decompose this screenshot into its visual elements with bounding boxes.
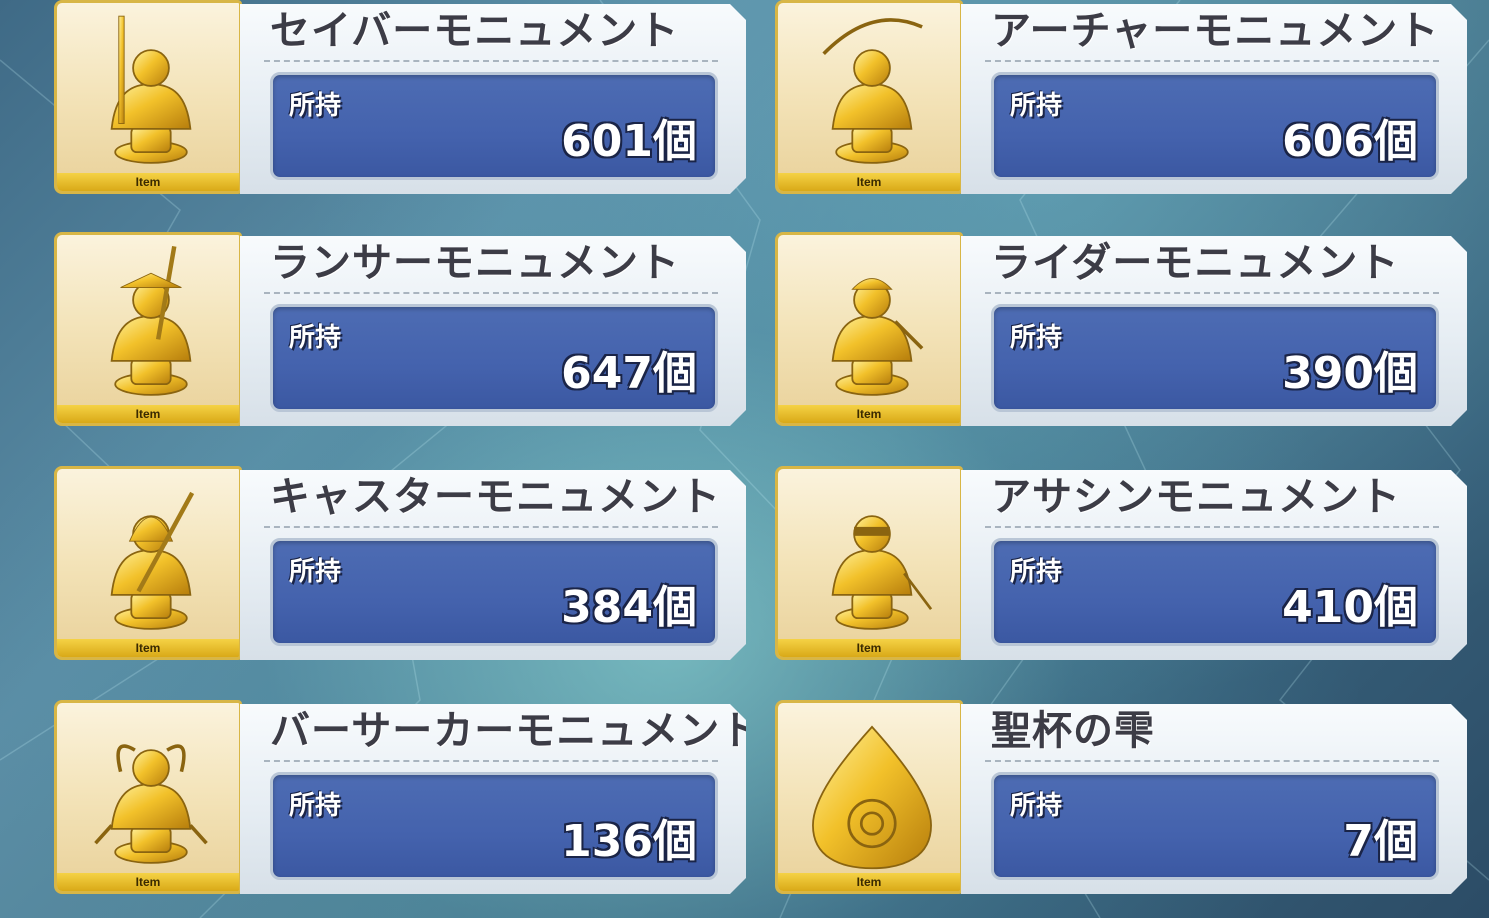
item-card[interactable]: Item ライダーモニュメント 所持 390個: [775, 232, 1467, 428]
item-info-panel: キャスターモニュメント 所持 384個: [240, 470, 746, 660]
item-tag: Item: [57, 405, 239, 423]
divider: [264, 760, 718, 762]
item-card[interactable]: Item 聖杯の雫 所持 7個: [775, 700, 1467, 896]
owned-box: 所持 601個: [270, 72, 718, 180]
owned-box: 所持 606個: [991, 72, 1439, 180]
owned-box: 所持 390個: [991, 304, 1439, 412]
item-card[interactable]: Item ランサーモニュメント 所持 647個: [54, 232, 746, 428]
item-info-panel: セイバーモニュメント 所持 601個: [240, 4, 746, 194]
owned-label: 所持: [1010, 557, 1063, 587]
item-name: 聖杯の雫: [991, 708, 1155, 754]
divider: [264, 292, 718, 294]
archer-statue-icon: Item: [775, 0, 963, 194]
owned-label: 所持: [289, 791, 342, 821]
owned-count: 601個: [561, 116, 697, 167]
owned-count: 136個: [561, 816, 697, 867]
item-info-panel: ライダーモニュメント 所持 390個: [961, 236, 1467, 426]
item-name: ランサーモニュメント: [270, 240, 680, 286]
item-tag: Item: [57, 873, 239, 891]
item-info-panel: アサシンモニュメント 所持 410個: [961, 470, 1467, 660]
item-tag: Item: [778, 639, 960, 657]
owned-count: 7個: [1343, 816, 1418, 867]
owned-count: 647個: [561, 348, 697, 399]
item-name: セイバーモニュメント: [270, 8, 680, 54]
owned-label: 所持: [289, 91, 342, 121]
divider: [985, 292, 1439, 294]
item-card[interactable]: Item セイバーモニュメント 所持 601個: [54, 0, 746, 196]
divider: [985, 60, 1439, 62]
divider: [985, 760, 1439, 762]
divider: [264, 60, 718, 62]
item-info-panel: バーサーカーモニュメント 所持 136個: [240, 704, 746, 894]
item-name: アサシンモニュメント: [991, 474, 1401, 520]
item-name: ライダーモニュメント: [991, 240, 1400, 286]
grail-drop-icon: Item: [775, 700, 963, 894]
divider: [264, 526, 718, 528]
owned-count: 384個: [561, 582, 697, 633]
owned-box: 所持 384個: [270, 538, 718, 646]
item-card[interactable]: Item バーサーカーモニュメント 所持 136個: [54, 700, 746, 896]
owned-label: 所持: [1010, 791, 1063, 821]
owned-label: 所持: [1010, 91, 1063, 121]
item-name: キャスターモニュメント: [270, 474, 721, 520]
item-tag: Item: [778, 873, 960, 891]
item-name: アーチャーモニュメント: [991, 8, 1440, 54]
item-info-panel: 聖杯の雫 所持 7個: [961, 704, 1467, 894]
item-info-panel: ランサーモニュメント 所持 647個: [240, 236, 746, 426]
owned-count: 390個: [1282, 348, 1418, 399]
item-tag: Item: [778, 405, 960, 423]
item-name: バーサーカーモニュメント: [270, 708, 762, 754]
owned-box: 所持 410個: [991, 538, 1439, 646]
lancer-statue-icon: Item: [54, 232, 242, 426]
berserker-statue-icon: Item: [54, 700, 242, 894]
assassin-statue-icon: Item: [775, 466, 963, 660]
owned-box: 所持 647個: [270, 304, 718, 412]
item-card[interactable]: Item アサシンモニュメント 所持 410個: [775, 466, 1467, 662]
saber-statue-icon: Item: [54, 0, 242, 194]
item-tag: Item: [57, 173, 239, 191]
owned-box: 所持 136個: [270, 772, 718, 880]
item-tag: Item: [778, 173, 960, 191]
owned-box: 所持 7個: [991, 772, 1439, 880]
item-tag: Item: [57, 639, 239, 657]
rider-statue-icon: Item: [775, 232, 963, 426]
owned-label: 所持: [289, 557, 342, 587]
owned-count: 606個: [1282, 116, 1418, 167]
owned-label: 所持: [289, 323, 342, 353]
item-card[interactable]: Item キャスターモニュメント 所持 384個: [54, 466, 746, 662]
owned-count: 410個: [1282, 582, 1418, 633]
item-info-panel: アーチャーモニュメント 所持 606個: [961, 4, 1467, 194]
owned-label: 所持: [1010, 323, 1063, 353]
caster-statue-icon: Item: [54, 466, 242, 660]
divider: [985, 526, 1439, 528]
item-card[interactable]: Item アーチャーモニュメント 所持 606個: [775, 0, 1467, 196]
